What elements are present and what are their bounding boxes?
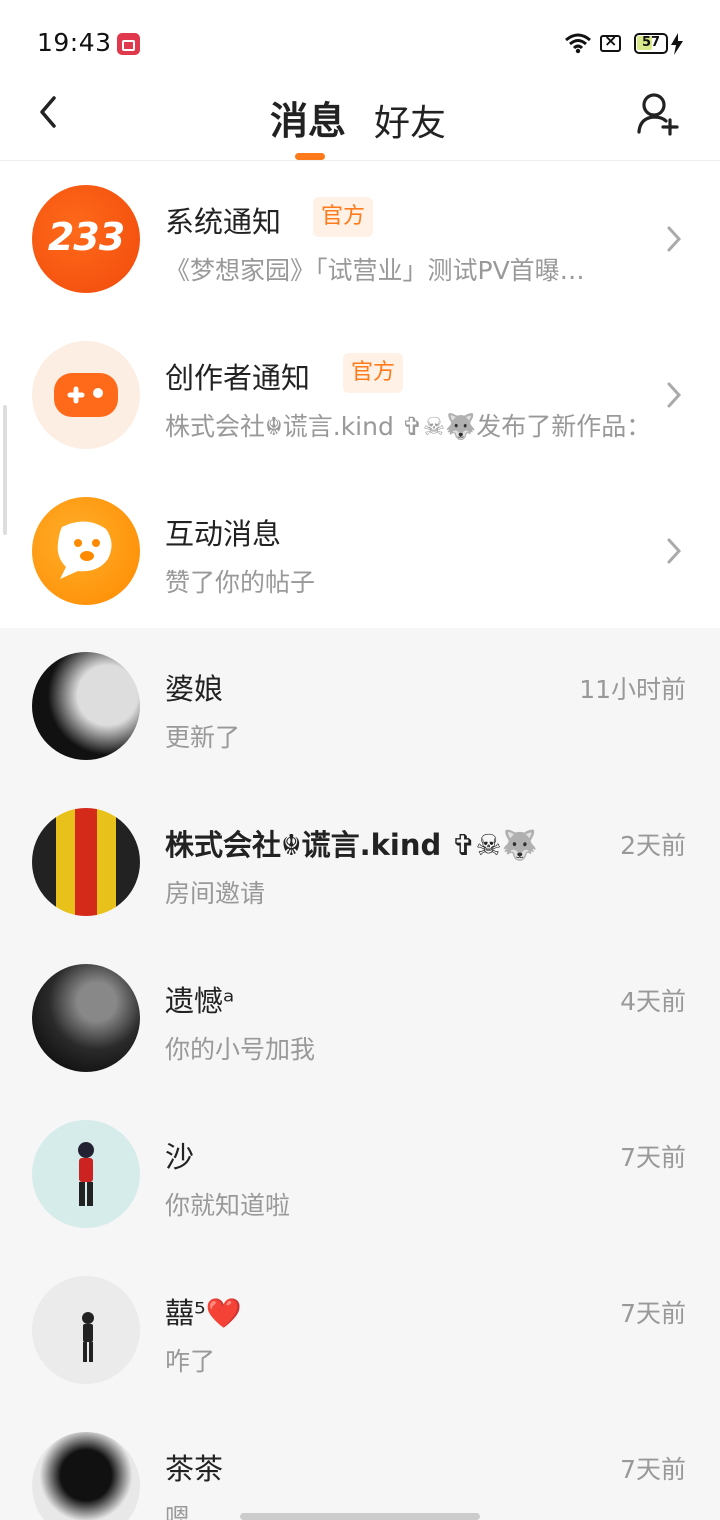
chat-row[interactable]: 囍⁵❤️ 7天前 咋了 — [0, 1252, 720, 1408]
chat-time: 7天前 — [620, 1143, 686, 1172]
chat-time: 11小时前 — [579, 675, 686, 704]
chat-row[interactable]: 沙 7天前 你就知道啦 — [0, 1096, 720, 1252]
chat-name: 茶茶 — [165, 1452, 224, 1486]
chat-name: 婆娘 — [165, 672, 224, 706]
interaction-notice-row[interactable]: 互动消息 赞了你的帖子 — [0, 473, 720, 629]
avatar — [32, 808, 140, 916]
chat-time: 7天前 — [620, 1299, 686, 1328]
chat-time: 2天前 — [620, 831, 686, 860]
chat-preview: 嗯 — [165, 1503, 191, 1520]
brand-233-icon: 233 — [32, 185, 140, 293]
avatar — [32, 964, 140, 1072]
status-bar: 19:43 57 — [0, 0, 720, 84]
creator-notice-row[interactable]: 创作者通知 官方 株式会社☬谎言.kind ✞☠🐺发布了新作品： … — [0, 317, 720, 473]
chat-preview: 房间邀请 — [165, 879, 266, 908]
header: 消息 好友 — [0, 84, 720, 160]
chat-row[interactable]: 婆娘 11小时前 更新了 — [0, 628, 720, 784]
chat-row[interactable]: 株式会社☬谎言.kind ✞☠🐺 2天前 房间邀请 — [0, 784, 720, 940]
tab-messages[interactable]: 消息 — [270, 90, 346, 145]
row-title: 系统通知 — [165, 205, 282, 239]
chat-name: 株式会社☬谎言.kind ✞☠🐺 — [165, 828, 538, 862]
home-indicator[interactable] — [240, 1513, 480, 1520]
row-subtitle: 赞了你的帖子 — [165, 568, 316, 597]
screen-record-icon — [117, 33, 140, 55]
row-title: 互动消息 — [165, 517, 282, 551]
charging-icon — [671, 33, 683, 55]
chat-preview: 咋了 — [165, 1347, 216, 1376]
active-tab-indicator — [295, 153, 325, 160]
chat-preview: 你就知道啦 — [165, 1191, 291, 1220]
avatar — [32, 1120, 140, 1228]
gamepad-icon — [32, 341, 140, 449]
tab-friends[interactable]: 好友 — [374, 94, 446, 146]
chat-row[interactable]: 茶茶 7天前 嗯 — [0, 1408, 720, 1520]
wifi-icon — [565, 33, 591, 54]
chevron-right-icon — [667, 382, 682, 408]
scroll-indicator — [3, 405, 7, 535]
official-badge: 官方 — [343, 353, 404, 393]
chat-row[interactable]: 遗憾ᵃ 4天前 你的小号加我 — [0, 940, 720, 1096]
row-subtitle: 株式会社☬谎言.kind ✞☠🐺发布了新作品： … — [165, 412, 635, 441]
battery-icon: 57 — [634, 33, 668, 54]
back-arrow-icon[interactable] — [34, 94, 64, 130]
chevron-right-icon — [667, 538, 682, 564]
add-friend-icon[interactable] — [636, 90, 680, 136]
chat-list: 婆娘 11小时前 更新了 株式会社☬谎言.kind ✞☠🐺 2天前 房间邀请 遗… — [0, 628, 720, 1520]
official-notifications: 233 系统通知 官方 《梦想家园》「试营业」测试PV首曝… 创作者通知 官方 … — [0, 160, 720, 628]
avatar — [32, 1432, 140, 1520]
row-title: 创作者通知 — [165, 361, 311, 395]
chat-bubble-icon — [32, 497, 140, 605]
chat-name: 沙 — [165, 1140, 195, 1174]
chat-preview: 更新了 — [165, 723, 241, 752]
avatar-label: 233 — [47, 215, 125, 259]
no-sim-icon — [600, 31, 621, 52]
avatar — [32, 652, 140, 760]
avatar — [32, 1276, 140, 1384]
chat-name: 囍⁵❤️ — [165, 1296, 242, 1330]
chat-preview: 你的小号加我 — [165, 1035, 316, 1064]
status-time: 19:43 — [37, 28, 112, 57]
chat-time: 7天前 — [620, 1455, 686, 1484]
system-notice-row[interactable]: 233 系统通知 官方 《梦想家园》「试营业」测试PV首曝… — [0, 161, 720, 317]
chat-name: 遗憾ᵃ — [165, 984, 235, 1018]
battery-text: 57 — [641, 35, 661, 50]
chat-time: 4天前 — [620, 987, 686, 1016]
chevron-right-icon — [667, 226, 682, 252]
official-badge: 官方 — [313, 197, 374, 237]
row-subtitle: 《梦想家园》「试营业」测试PV首曝… — [165, 256, 585, 285]
